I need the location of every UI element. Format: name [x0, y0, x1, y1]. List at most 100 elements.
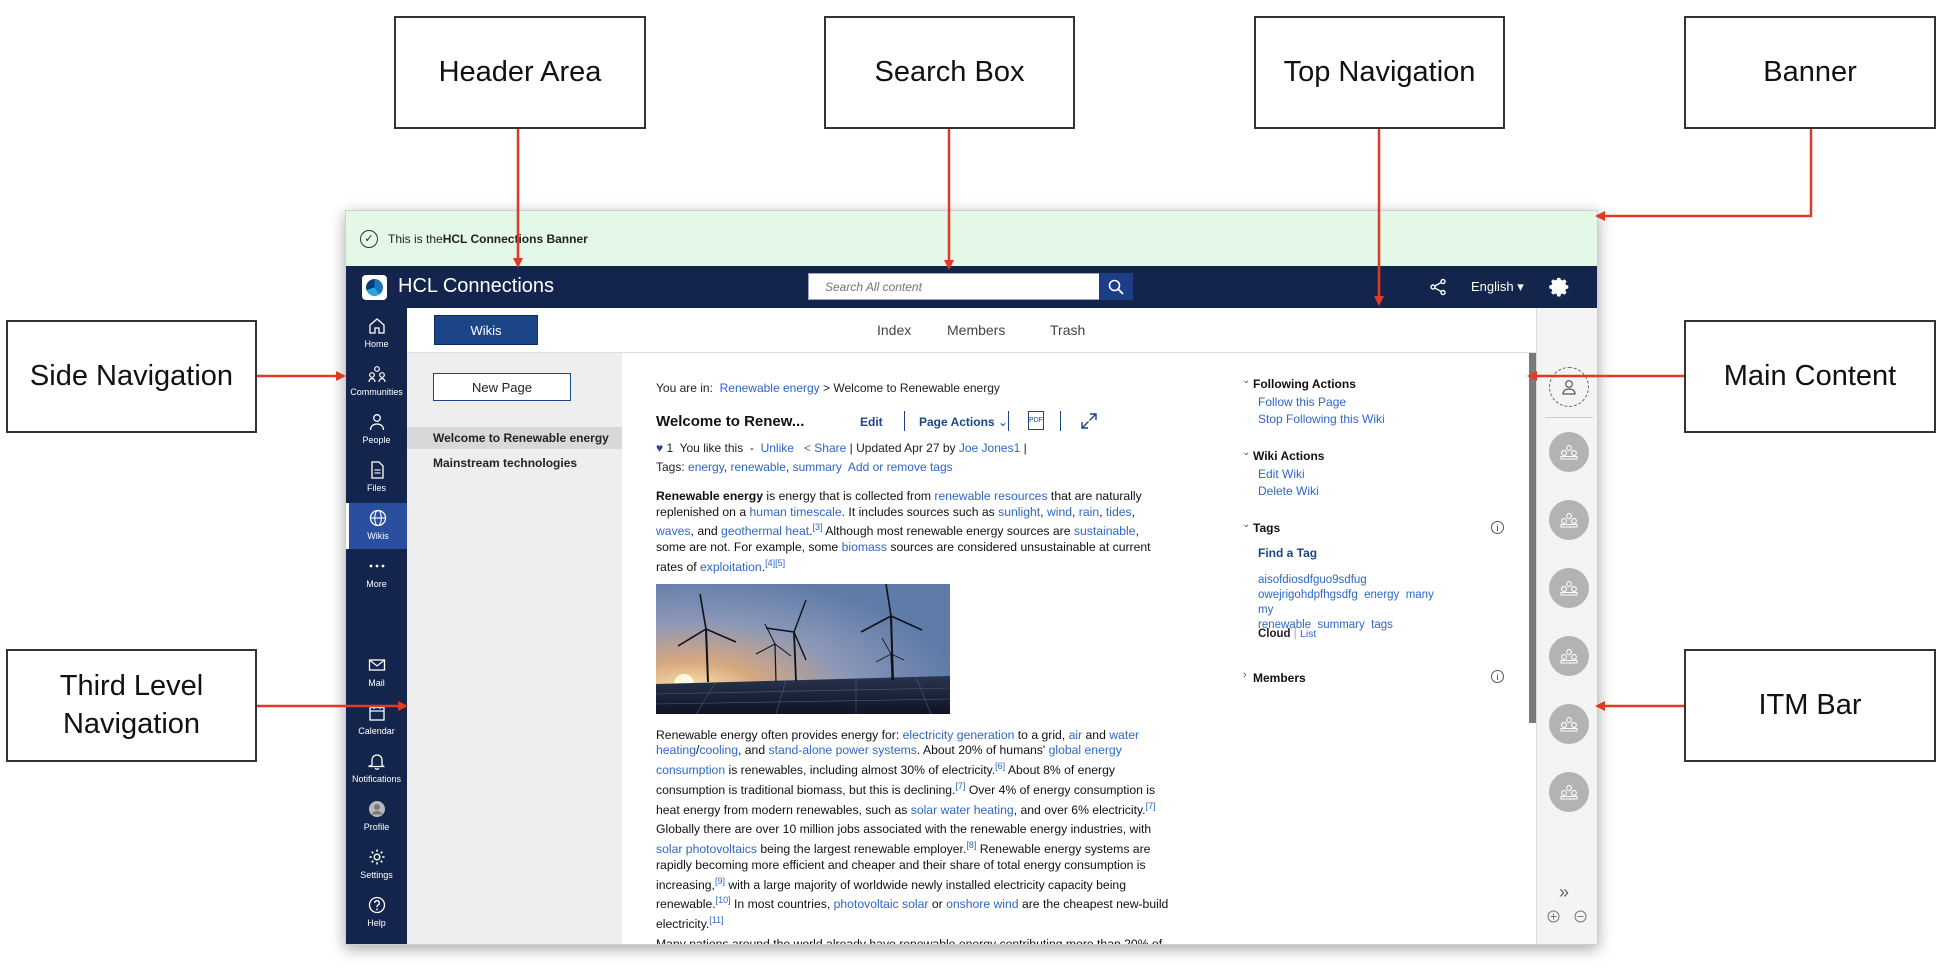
sidebar-label: Communities	[350, 387, 403, 397]
list-view-toggle[interactable]: List	[1300, 628, 1316, 640]
sidebar-item-communities[interactable]: Communities	[346, 359, 407, 405]
article-link[interactable]: geothermal heat	[721, 524, 809, 538]
article-link[interactable]: cooling	[699, 743, 738, 757]
article-link[interactable]: waves	[656, 524, 691, 538]
nav-item-mainstream[interactable]: Mainstream technologies	[407, 452, 622, 474]
tag-cloud-item[interactable]: my	[1258, 604, 1273, 616]
main-content: You are in: Renewable energy > Welcome t…	[622, 353, 1536, 945]
following-actions-title[interactable]: Following Actions	[1253, 377, 1356, 391]
tag-link[interactable]: summary	[793, 460, 842, 474]
language-selector[interactable]: English ▾	[1471, 279, 1524, 295]
itm-community-icon[interactable]	[1549, 636, 1589, 676]
sidebar-item-more[interactable]: More	[346, 551, 407, 597]
sidebar-item-settings[interactable]: Settings	[346, 842, 407, 888]
article-link[interactable]: tides	[1106, 505, 1132, 519]
chevron-down-icon[interactable]: ⌄	[1242, 375, 1250, 386]
heart-icon[interactable]: ♥	[656, 441, 663, 455]
find-tag-link[interactable]: Find a Tag	[1258, 546, 1317, 560]
tab-trash[interactable]: Trash	[1050, 322, 1085, 338]
edit-button[interactable]: Edit	[860, 415, 883, 429]
tab-members[interactable]: Members	[947, 322, 1005, 338]
sidebar-item-people[interactable]: People	[346, 407, 407, 453]
itm-community-icon[interactable]	[1549, 432, 1589, 472]
article-link[interactable]: rain	[1079, 505, 1099, 519]
itm-community-icon[interactable]	[1549, 568, 1589, 608]
unlike-link[interactable]: Unlike	[761, 441, 794, 455]
tag-cloud-item[interactable]: energy	[1364, 589, 1399, 601]
itm-community-icon[interactable]	[1549, 500, 1589, 540]
logo-icon[interactable]	[362, 275, 387, 300]
sidebar-item-wikis[interactable]: Wikis	[346, 503, 407, 549]
article-link[interactable]: sustainable	[1074, 524, 1136, 538]
breadcrumb-link[interactable]: Renewable energy	[720, 381, 820, 395]
itm-community-icon[interactable]	[1549, 704, 1589, 744]
article-link[interactable]: biomass	[842, 540, 887, 554]
tag-cloud-item[interactable]: aisofdiosdfguo9sdfug	[1258, 574, 1367, 586]
tags-label: Tags:	[656, 460, 685, 474]
article-link[interactable]: human timescale	[750, 505, 842, 519]
tag-cloud-item[interactable]: many	[1406, 589, 1434, 601]
itm-community-icon[interactable]	[1549, 772, 1589, 812]
article-link[interactable]: exploitation	[700, 560, 762, 574]
share-icon: <	[803, 441, 811, 455]
page-actions-button[interactable]: Page Actions ⌄	[919, 415, 1008, 429]
search-button[interactable]	[1099, 273, 1133, 300]
tab-index[interactable]: Index	[877, 322, 911, 338]
chevron-right-icon[interactable]: ›	[1243, 669, 1247, 681]
double-chevron-right-icon[interactable]: »	[1559, 882, 1569, 903]
sidebar-item-files[interactable]: Files	[346, 455, 407, 501]
article-link[interactable]: solar photovoltaics	[656, 842, 757, 856]
info-icon[interactable]: i	[1491, 670, 1504, 683]
tag-link[interactable]: energy	[688, 460, 724, 474]
callout-top-navigation: Top Navigation	[1254, 16, 1505, 129]
stop-following-link[interactable]: Stop Following this Wiki	[1258, 412, 1385, 426]
article-link[interactable]: solar water heating	[911, 803, 1014, 817]
new-page-button[interactable]: New Page	[433, 373, 571, 401]
article-link[interactable]: stand-alone power systems	[769, 743, 917, 757]
paragraph: Many nations around the world already ha…	[656, 936, 1163, 945]
author-link[interactable]: Joe Jones1	[959, 441, 1020, 455]
app-name[interactable]: HCL Connections	[398, 275, 554, 298]
wikis-button[interactable]: Wikis	[434, 315, 538, 345]
share-link[interactable]: Share	[814, 441, 846, 455]
share-icon[interactable]	[1429, 278, 1447, 296]
sidebar-item-mail[interactable]: Mail	[346, 650, 407, 696]
sidebar-item-calendar[interactable]: Calendar	[346, 698, 407, 744]
zoom-out-icon[interactable]	[1574, 910, 1587, 923]
follow-page-link[interactable]: Follow this Page	[1258, 395, 1346, 409]
chevron-down-icon[interactable]: ⌄	[1242, 519, 1250, 530]
article-link[interactable]: onshore wind	[946, 897, 1019, 911]
chevron-down-icon[interactable]: ⌄	[1242, 447, 1250, 458]
tag-cloud-item[interactable]: tags	[1371, 619, 1393, 631]
article-link[interactable]: sunlight	[998, 505, 1040, 519]
nav-item-welcome[interactable]: Welcome to Renewable energy	[407, 427, 622, 449]
avatar-icon	[368, 801, 385, 817]
add-person-icon[interactable]	[1549, 367, 1589, 407]
sidebar-item-profile[interactable]: Profile	[346, 794, 407, 840]
tag-cloud-item[interactable]: owejrigohdpfhgsdfg	[1258, 589, 1358, 601]
wiki-actions-title[interactable]: Wiki Actions	[1253, 449, 1324, 463]
edit-tags-link[interactable]: Add or remove tags	[848, 460, 953, 474]
tag-link[interactable]: renewable	[731, 460, 786, 474]
cloud-view-toggle[interactable]: Cloud	[1258, 628, 1291, 640]
sidebar-item-home[interactable]: Home	[346, 311, 407, 357]
article-link[interactable]: wind	[1047, 505, 1072, 519]
info-icon[interactable]: i	[1491, 521, 1504, 534]
gear-icon[interactable]	[1549, 276, 1571, 298]
article-link[interactable]: photovoltaic solar	[834, 897, 929, 911]
pdf-icon[interactable]: PDF	[1028, 411, 1044, 430]
delete-wiki-link[interactable]: Delete Wiki	[1258, 484, 1319, 498]
zoom-in-icon[interactable]	[1547, 910, 1560, 923]
article-link[interactable]: air	[1069, 728, 1083, 742]
article-link[interactable]: renewable resources	[934, 489, 1047, 503]
article-link[interactable]: electricity generation	[903, 728, 1015, 742]
edit-wiki-link[interactable]: Edit Wiki	[1258, 467, 1305, 481]
members-title[interactable]: Members	[1253, 671, 1306, 685]
tags-title[interactable]: Tags	[1253, 521, 1280, 535]
sidebar-item-help[interactable]: Help	[346, 890, 407, 936]
sidebar-item-notifications[interactable]: Notifications	[346, 746, 407, 792]
expand-icon[interactable]	[1080, 412, 1098, 430]
search-input[interactable]	[809, 274, 1099, 299]
scrollbar[interactable]	[1529, 353, 1536, 723]
tag-cloud-item[interactable]: summary	[1317, 619, 1364, 631]
